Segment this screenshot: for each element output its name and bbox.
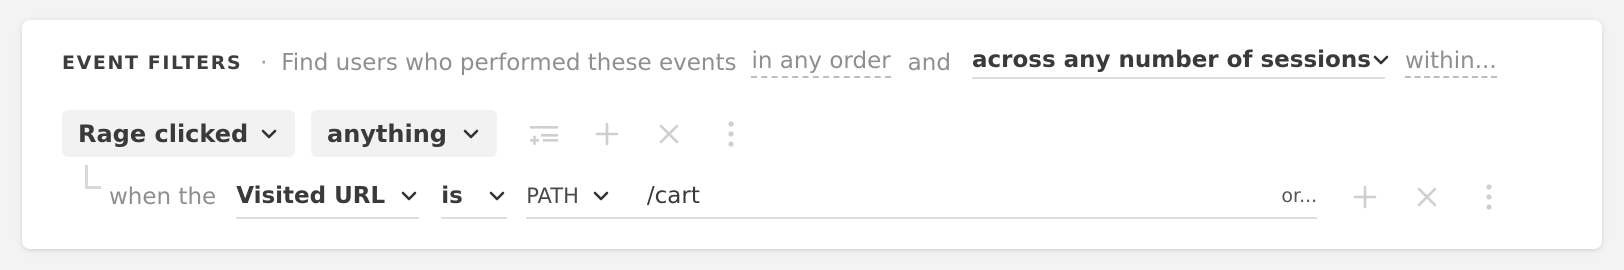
chevron-down-icon [461, 124, 481, 144]
filter-add-icon[interactable] [529, 119, 559, 149]
sessions-select[interactable]: across any number of sessions [971, 47, 1389, 79]
filters-description: Find users who performed these events [281, 50, 737, 76]
chevron-down-icon [487, 186, 507, 206]
property-select-label: Visited URL [236, 183, 386, 209]
more-vertical-icon[interactable] [716, 119, 746, 149]
chevron-down-icon [399, 186, 419, 206]
more-vertical-icon[interactable] [1474, 182, 1504, 212]
event-filters-header: EVENT FILTERS · Find users who performed… [62, 45, 1497, 81]
sessions-select-label: across any number of sessions [971, 47, 1371, 73]
order-option-link[interactable]: in any order [751, 48, 891, 78]
remove-condition-close-icon[interactable] [1412, 182, 1442, 212]
chevron-down-icon [259, 124, 279, 144]
event-target-select[interactable]: anything [311, 110, 497, 157]
condition-row: when the Visited URL is PATH /cart or... [109, 172, 1504, 222]
event-type-select[interactable]: Rage clicked [62, 110, 295, 157]
conjunction-text: and [907, 50, 951, 76]
condition-value-field[interactable]: PATH /cart or... [526, 175, 1318, 219]
match-type-select-label[interactable]: PATH [526, 184, 579, 208]
condition-prefix: when the [109, 184, 217, 210]
add-condition-plus-icon[interactable] [1350, 182, 1380, 212]
within-option-link[interactable]: within... [1404, 48, 1497, 78]
operator-select-label: is [441, 183, 463, 209]
or-add-value-link[interactable]: or... [1281, 185, 1317, 207]
operator-select[interactable]: is [441, 175, 508, 219]
section-title: EVENT FILTERS [62, 52, 243, 74]
tree-connector [85, 165, 101, 189]
chevron-down-icon[interactable] [591, 186, 611, 206]
event-filter-row: Rage clicked anything [62, 110, 746, 157]
event-type-label: Rage clicked [78, 119, 249, 148]
remove-filter-close-icon[interactable] [654, 119, 684, 149]
add-filter-plus-icon[interactable] [592, 119, 622, 149]
chevron-down-icon [1371, 50, 1391, 70]
condition-value-input[interactable]: /cart [647, 183, 700, 209]
title-separator: · [260, 50, 268, 76]
property-select[interactable]: Visited URL [236, 175, 420, 219]
event-target-label: anything [327, 119, 447, 148]
